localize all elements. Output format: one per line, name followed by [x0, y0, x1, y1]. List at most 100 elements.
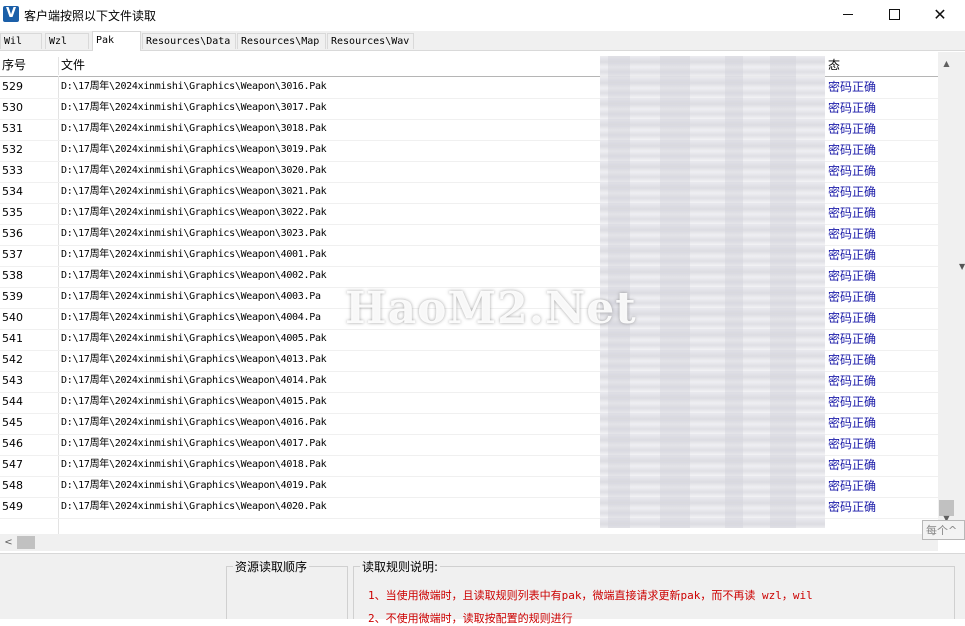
row-status: 密码正确: [828, 248, 877, 262]
row-status: 密码正确: [828, 395, 877, 409]
row-file-path: D:\17周年\2024xinmishi\Graphics\Weapon\302…: [61, 186, 327, 197]
row-file-path: D:\17周年\2024xinmishi\Graphics\Weapon\401…: [61, 459, 327, 470]
horizontal-scrollbar[interactable]: <: [0, 534, 938, 551]
row-status: 密码正确: [828, 185, 877, 199]
row-status: 密码正确: [828, 479, 877, 493]
scroll-left-icon[interactable]: <: [0, 534, 17, 551]
minimize-icon: [843, 14, 853, 15]
row-status: 密码正确: [828, 416, 877, 430]
row-status: 密码正确: [828, 206, 877, 220]
resource-order-title: 资源读取顺序: [233, 558, 310, 575]
row-number: 547: [2, 458, 23, 471]
row-file-path: D:\17周年\2024xinmishi\Graphics\Weapon\400…: [61, 333, 327, 344]
file-list[interactable]: 序号 文件 态 529 D:\17周年\2024xinmishi\Graphics…: [0, 52, 965, 552]
row-file-path: D:\17周年\2024xinmishi\Graphics\Weapon\301…: [61, 102, 327, 113]
tab-resources-map[interactable]: Resources\Map: [237, 33, 326, 49]
column-header-status[interactable]: 态: [826, 55, 936, 76]
redacted-column: [608, 56, 630, 528]
row-number: 539: [2, 290, 23, 303]
redacted-region: [600, 56, 825, 528]
row-number: 545: [2, 416, 23, 429]
row-number: 540: [2, 311, 23, 324]
row-number: 529: [2, 80, 23, 93]
right-panel-edge: [955, 52, 965, 527]
row-status: 密码正确: [828, 80, 877, 94]
tab-pak[interactable]: Pak: [92, 31, 141, 51]
close-button[interactable]: ✕: [917, 0, 963, 30]
row-file-path: D:\17周年\2024xinmishi\Graphics\Weapon\301…: [61, 123, 327, 134]
row-number: 543: [2, 374, 23, 387]
row-file-path: D:\17周年\2024xinmishi\Graphics\Weapon\302…: [61, 207, 327, 218]
row-status: 密码正确: [828, 101, 877, 115]
row-file-path: D:\17周年\2024xinmishi\Graphics\Weapon\400…: [61, 249, 327, 260]
tab-wzl[interactable]: Wzl: [45, 33, 89, 49]
rules-title: 读取规则说明:: [360, 558, 441, 575]
side-tip: 每个^: [922, 520, 965, 540]
row-file-path: D:\17周年\2024xinmishi\Graphics\Weapon\400…: [61, 312, 321, 323]
row-status: 密码正确: [828, 500, 877, 514]
row-number: 542: [2, 353, 23, 366]
row-status: 密码正确: [828, 374, 877, 388]
row-file-path: D:\17周年\2024xinmishi\Graphics\Weapon\401…: [61, 480, 327, 491]
redacted-column: [770, 56, 796, 528]
row-status: 密码正确: [828, 164, 877, 178]
tab-resources-data[interactable]: Resources\Data: [142, 33, 236, 49]
row-status: 密码正确: [828, 311, 877, 325]
window-title: 客户端按照以下文件读取: [24, 9, 157, 23]
tab-bar: Wil Wzl Pak Resources\Data Resources\Map…: [0, 31, 965, 51]
rule-line-1: 1、当使用微端时，且读取规则列表中有pak，微端直接请求更新pak，而不再读 w…: [368, 589, 813, 602]
row-file-path: D:\17周年\2024xinmishi\Graphics\Weapon\400…: [61, 270, 327, 281]
row-number: 531: [2, 122, 23, 135]
row-number: 533: [2, 164, 23, 177]
row-number: 538: [2, 269, 23, 282]
tab-wil[interactable]: Wil: [0, 33, 42, 49]
rule-line-2: 2、不使用微端时，读取按配置的规则进行: [368, 612, 573, 625]
maximize-button[interactable]: [871, 0, 917, 30]
redacted-column: [660, 56, 690, 528]
redacted-column: [725, 56, 743, 528]
row-file-path: D:\17周年\2024xinmishi\Graphics\Weapon\302…: [61, 228, 327, 239]
minimize-button[interactable]: [825, 0, 871, 30]
row-number: 530: [2, 101, 23, 114]
row-file-path: D:\17周年\2024xinmishi\Graphics\Weapon\402…: [61, 501, 327, 512]
row-number: 536: [2, 227, 23, 240]
row-number: 546: [2, 437, 23, 450]
row-number: 541: [2, 332, 23, 345]
row-status: 密码正确: [828, 122, 877, 136]
chevron-down-icon[interactable]: ▼: [959, 262, 965, 271]
row-number: 537: [2, 248, 23, 261]
row-file-path: D:\17周年\2024xinmishi\Graphics\Weapon\400…: [61, 291, 321, 302]
title-bar: V 客户端按照以下文件读取 ✕: [0, 0, 965, 30]
row-status: 密码正确: [828, 353, 877, 367]
row-status: 密码正确: [828, 227, 877, 241]
row-number: 535: [2, 206, 23, 219]
row-file-path: D:\17周年\2024xinmishi\Graphics\Weapon\401…: [61, 396, 327, 407]
row-number: 549: [2, 500, 23, 513]
row-file-path: D:\17周年\2024xinmishi\Graphics\Weapon\401…: [61, 375, 327, 386]
row-file-path: D:\17周年\2024xinmishi\Graphics\Weapon\301…: [61, 81, 327, 92]
row-status: 密码正确: [828, 458, 877, 472]
row-file-path: D:\17周年\2024xinmishi\Graphics\Weapon\301…: [61, 144, 327, 155]
row-file-path: D:\17周年\2024xinmishi\Graphics\Weapon\302…: [61, 165, 327, 176]
close-icon: ✕: [933, 5, 947, 24]
row-status: 密码正确: [828, 332, 877, 346]
row-status: 密码正确: [828, 143, 877, 157]
row-number: 548: [2, 479, 23, 492]
vertical-scrollbar[interactable]: ▲ ▼: [938, 52, 955, 527]
maximize-icon: [888, 9, 900, 20]
row-file-path: D:\17周年\2024xinmishi\Graphics\Weapon\401…: [61, 417, 327, 428]
row-status: 密码正确: [828, 269, 877, 283]
row-file-path: D:\17周年\2024xinmishi\Graphics\Weapon\401…: [61, 438, 327, 449]
row-number: 532: [2, 143, 23, 156]
scroll-up-icon[interactable]: ▲: [938, 55, 955, 72]
row-status: 密码正确: [828, 437, 877, 451]
tab-resources-wav[interactable]: Resources\Wav: [327, 33, 414, 49]
row-status: 密码正确: [828, 290, 877, 304]
row-number: 534: [2, 185, 23, 198]
app-icon: V: [3, 6, 19, 22]
column-header-number[interactable]: 序号: [0, 55, 58, 76]
row-number: 544: [2, 395, 23, 408]
column-header-file[interactable]: 文件: [59, 55, 599, 76]
row-file-path: D:\17周年\2024xinmishi\Graphics\Weapon\401…: [61, 354, 327, 365]
horizontal-scroll-thumb[interactable]: [17, 536, 35, 549]
